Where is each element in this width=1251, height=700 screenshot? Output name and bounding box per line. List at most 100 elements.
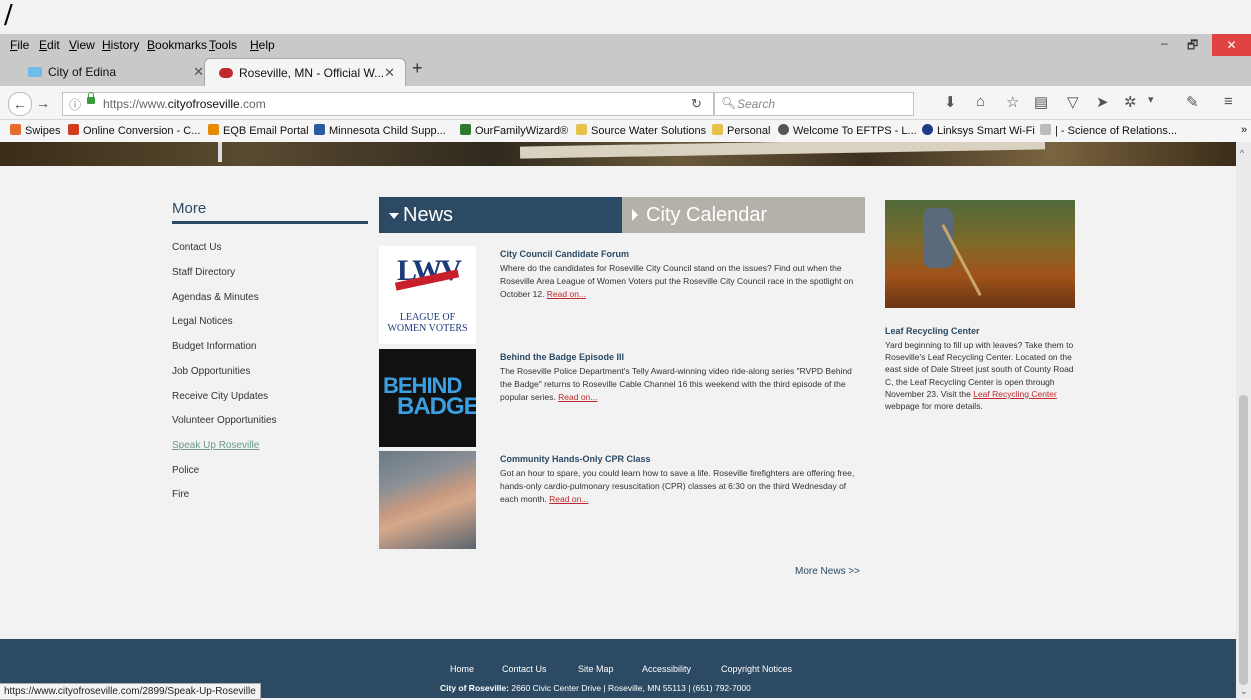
- read-on-link-3[interactable]: Read on...: [549, 494, 588, 504]
- roseville-favicon-icon: [219, 68, 233, 78]
- bookmarks-overflow-icon[interactable]: »: [1241, 124, 1247, 136]
- search-icon: 🔍︎: [721, 96, 737, 110]
- extension-icon[interactable]: ✎: [1186, 93, 1199, 111]
- window-close-button[interactable]: ✕: [1212, 34, 1251, 56]
- scrollbar-thumb[interactable]: [1239, 395, 1248, 685]
- sidebar-link-budget-information[interactable]: Budget Information: [172, 341, 257, 352]
- badge-logo-line2: BADGE: [397, 393, 476, 420]
- lwv-logo-image[interactable]: LWV LEAGUE OF WOMEN VOTERS: [379, 246, 476, 344]
- sidebar-link-staff-directory[interactable]: Staff Directory: [172, 267, 235, 278]
- read-on-link-1[interactable]: Read on...: [547, 289, 586, 299]
- menu-bar: File Edit View History Bookmarks Tools H…: [0, 34, 1251, 56]
- bookmark-star-icon[interactable]: ☆: [1006, 93, 1019, 111]
- new-tab-button[interactable]: +: [412, 58, 423, 79]
- url-bar[interactable]: ⓘ https://www.cityofroseville.com ↻: [62, 92, 714, 116]
- news-body-1: Where do the candidates for Roseville Ci…: [500, 263, 854, 299]
- bookmark-item[interactable]: Welcome To EFTPS - L...: [778, 124, 917, 137]
- sidebar-link-volunteer-opportunities[interactable]: Volunteer Opportunities: [172, 415, 277, 426]
- sidebar-link-speak-up-roseville[interactable]: Speak Up Roseville: [172, 440, 259, 451]
- bookmark-favicon-icon: [1040, 124, 1051, 135]
- news-title-2[interactable]: Behind the Badge Episode III: [500, 352, 624, 362]
- footer-link-accessibility[interactable]: Accessibility: [642, 664, 691, 674]
- folder-icon: [576, 124, 587, 135]
- hamburger-menu-icon[interactable]: ≡: [1224, 93, 1233, 110]
- menu-view[interactable]: View: [69, 38, 95, 52]
- caret-down-icon: [389, 213, 399, 219]
- bookmark-item[interactable]: | - Science of Relations...: [1040, 124, 1177, 137]
- addon-dropdown-icon[interactable]: ▾: [1148, 93, 1154, 106]
- more-news-link[interactable]: More News >>: [795, 566, 860, 577]
- lock-icon: [87, 92, 95, 104]
- menu-history[interactable]: History: [102, 38, 139, 52]
- sidebar-link-contact-us[interactable]: Contact Us: [172, 242, 221, 253]
- bookmark-item[interactable]: Source Water Solutions: [576, 124, 706, 137]
- bookmark-item[interactable]: Personal: [712, 124, 770, 137]
- sidebar-title-underline: [172, 221, 368, 224]
- caret-right-icon: [632, 209, 638, 221]
- navigation-toolbar: ← → ⓘ https://www.cityofroseville.com ↻ …: [0, 86, 1251, 120]
- back-button[interactable]: ←: [8, 92, 32, 116]
- minimize-button[interactable]: –: [1161, 36, 1168, 50]
- bookmark-favicon-icon: [208, 124, 219, 135]
- scroll-down-arrow-icon[interactable]: ⌄: [1240, 686, 1248, 697]
- bookmark-item[interactable]: OurFamilyWizard®: [460, 124, 568, 137]
- forward-button[interactable]: →: [34, 92, 52, 114]
- news-title-3[interactable]: Community Hands-Only CPR Class: [500, 454, 651, 464]
- menu-help[interactable]: Help: [250, 38, 275, 52]
- bookmark-item[interactable]: Online Conversion - C...: [68, 124, 200, 137]
- sidebar-link-police[interactable]: Police: [172, 465, 199, 476]
- search-input[interactable]: 🔍︎ Search: [714, 92, 914, 116]
- home-icon[interactable]: ⌂: [976, 93, 985, 110]
- tab-calendar-label: City Calendar: [646, 204, 768, 226]
- behind-the-badge-image[interactable]: BEHIND BADGE: [379, 349, 476, 447]
- addon-icon[interactable]: ✲: [1124, 93, 1137, 111]
- sidebar-link-receive-city-updates[interactable]: Receive City Updates: [172, 391, 268, 402]
- restore-button[interactable]: 🗗: [1187, 36, 1198, 57]
- cpr-class-image[interactable]: [379, 451, 476, 549]
- menu-bookmarks[interactable]: Bookmarks: [147, 38, 207, 52]
- tab-news[interactable]: News: [379, 197, 622, 233]
- info-icon[interactable]: ⓘ: [69, 96, 81, 113]
- footer-link-copyright-notices[interactable]: Copyright Notices: [721, 664, 792, 674]
- tab-roseville[interactable]: Roseville, MN - Official W... ✕: [204, 58, 406, 87]
- edina-favicon-icon: [28, 67, 42, 77]
- bookmark-favicon-icon: [778, 124, 789, 135]
- sidebar-link-job-opportunities[interactable]: Job Opportunities: [172, 366, 250, 377]
- leaf-recycling-image[interactable]: [885, 200, 1075, 308]
- news-title-1[interactable]: City Council Candidate Forum: [500, 249, 629, 259]
- tab-city-calendar[interactable]: City Calendar: [622, 197, 865, 233]
- bookmark-item[interactable]: Swipes: [10, 124, 60, 137]
- reload-icon[interactable]: ↻: [691, 96, 702, 112]
- bookmark-favicon-icon: [10, 124, 21, 135]
- bookmark-item[interactable]: Linksys Smart Wi-Fi: [922, 124, 1035, 137]
- leaf-recycling-link[interactable]: Leaf Recycling Center: [973, 389, 1057, 399]
- tab-close-icon[interactable]: ✕: [384, 59, 395, 87]
- bookmark-favicon-icon: [460, 124, 471, 135]
- send-icon[interactable]: ➤: [1096, 93, 1109, 111]
- bookmark-favicon-icon: [922, 124, 933, 135]
- sidebar-link-legal-notices[interactable]: Legal Notices: [172, 316, 233, 327]
- hero-banner-image: [0, 142, 1236, 166]
- url-text: https://www.cityofroseville.com: [103, 97, 266, 111]
- tab-close-icon[interactable]: ✕: [193, 58, 204, 86]
- menu-tools[interactable]: Tools: [209, 38, 237, 52]
- menu-edit[interactable]: Edit: [39, 38, 60, 52]
- footer-link-contact-us[interactable]: Contact Us: [502, 664, 547, 674]
- bookmark-favicon-icon: [68, 124, 79, 135]
- tab-bar: City of Edina ✕ Roseville, MN - Official…: [0, 56, 1251, 87]
- bookmark-item[interactable]: EQB Email Portal: [208, 124, 309, 137]
- leaf-recycling-body: Yard beginning to fill up with leaves? T…: [885, 340, 1074, 412]
- menu-file[interactable]: File: [10, 38, 29, 52]
- download-icon[interactable]: ⬇: [944, 93, 957, 111]
- bookmark-item[interactable]: Minnesota Child Supp...: [314, 124, 446, 137]
- reading-list-icon[interactable]: ▤: [1034, 93, 1048, 111]
- pocket-icon[interactable]: ▽: [1067, 93, 1079, 111]
- read-on-link-2[interactable]: Read on...: [558, 392, 597, 402]
- tab-city-of-edina[interactable]: City of Edina ✕: [14, 58, 214, 86]
- footer-link-site-map[interactable]: Site Map: [578, 664, 614, 674]
- footer-link-home[interactable]: Home: [450, 664, 474, 674]
- scroll-up-arrow-icon[interactable]: ^: [1240, 148, 1244, 158]
- leaf-recycling-title[interactable]: Leaf Recycling Center: [885, 326, 980, 336]
- sidebar-link-fire[interactable]: Fire: [172, 489, 189, 500]
- sidebar-link-agendas-minutes[interactable]: Agendas & Minutes: [172, 292, 259, 303]
